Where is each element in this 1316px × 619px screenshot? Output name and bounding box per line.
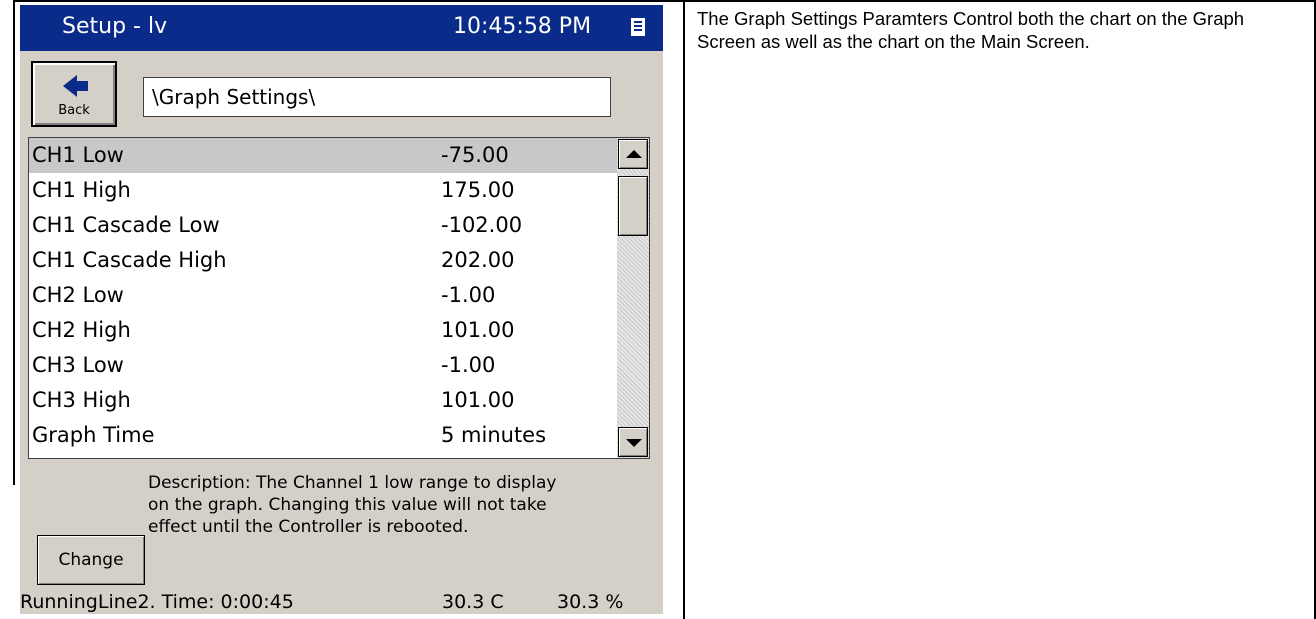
status-running: RunningLine2. Time: 0:00:45 xyxy=(20,591,294,613)
settings-row[interactable]: CH1 Low -75.00 xyxy=(29,138,617,173)
scroll-thumb[interactable] xyxy=(618,176,648,236)
settings-row[interactable]: CH2 High 101.00 xyxy=(29,313,617,348)
device-screen: Setup - lv 10:45:58 PM Back \Graph Setti… xyxy=(20,5,663,614)
clock: 10:45:58 PM xyxy=(453,14,592,39)
back-arrow-shaft xyxy=(76,81,88,91)
setting-name: CH1 High xyxy=(32,178,131,202)
settings-row[interactable]: CH3 Low -1.00 xyxy=(29,348,617,383)
setting-value: -1.00 xyxy=(441,283,496,307)
scroll-up-button[interactable] xyxy=(618,139,648,169)
setting-name: CH1 Low xyxy=(32,143,124,167)
settings-row[interactable]: CH2 Low -1.00 xyxy=(29,278,617,313)
change-button[interactable]: Change xyxy=(37,535,145,585)
scrollbar[interactable] xyxy=(617,138,649,458)
keyboard-icon[interactable] xyxy=(631,18,645,36)
document-text: The Graph Settings Paramters Control bot… xyxy=(697,8,1245,52)
setting-name: CH2 High xyxy=(32,318,131,342)
settings-row[interactable]: Graph Time 5 minutes xyxy=(29,418,617,453)
status-bar: RunningLine2. Time: 0:00:45 30.3 C 30.3 … xyxy=(20,591,663,613)
window-title: Setup - lv xyxy=(62,14,168,39)
scroll-down-icon xyxy=(626,439,642,447)
description-line: effect until the Controller is rebooted. xyxy=(148,517,469,537)
setting-value: 101.00 xyxy=(441,388,515,412)
back-arrow-icon xyxy=(63,75,77,97)
scroll-down-button[interactable] xyxy=(618,427,648,457)
table-divider xyxy=(683,0,685,619)
path-field: \Graph Settings\ xyxy=(143,77,611,117)
setting-name: CH1 Cascade High xyxy=(32,248,227,272)
setting-value: -102.00 xyxy=(441,213,523,237)
back-button[interactable]: Back xyxy=(31,61,117,127)
scroll-up-icon xyxy=(626,150,642,158)
table-border-top xyxy=(13,0,1316,2)
description-line: Description: The Channel 1 low range to … xyxy=(148,473,557,493)
setting-name: CH2 Low xyxy=(32,283,124,307)
setting-name: CH3 High xyxy=(32,388,131,412)
setting-name: Graph Time xyxy=(32,423,155,447)
settings-row[interactable]: CH1 Cascade Low -102.00 xyxy=(29,208,617,243)
setting-value: -75.00 xyxy=(441,143,509,167)
status-humidity: 30.3 % xyxy=(557,591,624,613)
title-bar: Setup - lv 10:45:58 PM xyxy=(20,5,663,51)
setting-name: CH1 Cascade Low xyxy=(32,213,220,237)
description: Description: The Channel 1 low range to … xyxy=(148,472,648,538)
setting-value: 101.00 xyxy=(441,318,515,342)
setting-value: -1.00 xyxy=(441,353,496,377)
setting-name: CH3 Low xyxy=(32,353,124,377)
settings-list[interactable]: CH1 Low -75.00 CH1 High 175.00 CH1 Cascade L… xyxy=(28,137,650,459)
setting-value: 5 minutes xyxy=(441,423,547,447)
setting-value: 175.00 xyxy=(441,178,515,202)
setting-value: 202.00 xyxy=(441,248,515,272)
back-button-label: Back xyxy=(58,103,90,118)
description-line: on the graph. Changing this value will n… xyxy=(148,495,547,515)
status-temperature: 30.3 C xyxy=(442,591,504,613)
settings-row[interactable]: CH1 Cascade High 202.00 xyxy=(29,243,617,278)
settings-row[interactable]: CH3 High 101.00 xyxy=(29,383,617,418)
table-border-left xyxy=(13,0,15,485)
settings-row[interactable]: CH1 High 175.00 xyxy=(29,173,617,208)
